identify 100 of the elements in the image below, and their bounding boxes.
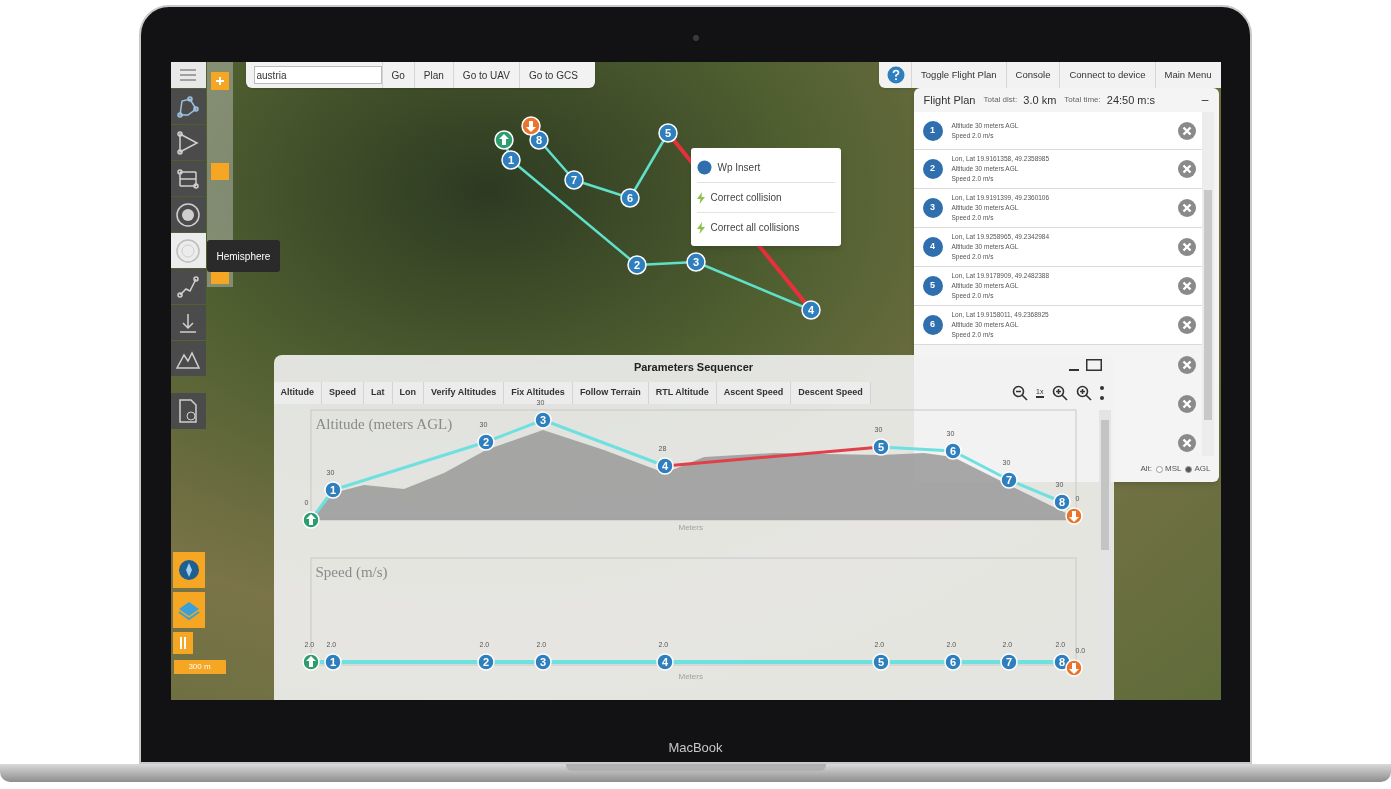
info-button[interactable]: [172, 632, 193, 654]
remove-icon[interactable]: [1177, 199, 1196, 217]
axis-label: Meters: [678, 671, 703, 683]
grid-pattern-icon: [176, 166, 200, 191]
remove-icon[interactable]: [1177, 121, 1196, 140]
menu-item-label: Correct all collisions: [710, 221, 800, 235]
layers-button[interactable]: [172, 592, 205, 628]
hemisphere-icon: [175, 237, 201, 264]
brand-label: MacBook: [668, 738, 723, 757]
compass-icon: [177, 559, 200, 581]
waypoint-marker[interactable]: 6: [943, 653, 962, 671]
parameter-tab[interactable]: Altitude: [273, 381, 322, 404]
bars-icon: [178, 637, 187, 649]
waypoint-marker[interactable]: 5: [871, 438, 890, 456]
toolbar-button[interactable]: Go to UAV: [452, 62, 519, 88]
triangle-tool-icon: [176, 130, 200, 155]
menu-item-label: Correct collision: [710, 191, 782, 205]
waypoint-marker[interactable]: 2: [476, 653, 495, 671]
parameter-tab[interactable]: Lat: [364, 381, 393, 404]
waypoint-marker[interactable]: 1: [323, 481, 342, 499]
parameter-tab[interactable]: Speed: [322, 381, 364, 404]
import-button[interactable]: [170, 393, 206, 429]
menu-icon: [180, 69, 196, 81]
total-time: 24:50 m:s: [1106, 92, 1156, 108]
parameter-tab[interactable]: RTL Altitude: [648, 381, 717, 404]
zoom-in-icon[interactable]: [1075, 384, 1092, 401]
remove-icon[interactable]: [1177, 394, 1196, 413]
more-icon[interactable]: [1099, 385, 1104, 400]
remove-icon[interactable]: [1177, 355, 1196, 374]
chart-title: Altitude (meters AGL): [315, 415, 453, 434]
axis-label: Meters: [678, 522, 703, 534]
landing-marker[interactable]: [1064, 507, 1083, 525]
waypoint-marker[interactable]: 6: [943, 442, 962, 460]
waypoint-marker[interactable]: 7: [999, 471, 1018, 489]
waypoint-marker[interactable]: 1: [323, 653, 342, 671]
remove-icon[interactable]: [1177, 316, 1196, 334]
toolbar-button[interactable]: Go: [381, 62, 414, 88]
waypoint-marker[interactable]: 3: [533, 653, 552, 671]
waypoint-marker[interactable]: 3: [533, 411, 552, 429]
altitude-mode-radio[interactable]: AGL: [1185, 463, 1211, 475]
takeoff-marker[interactable]: [301, 653, 320, 671]
tooltip: Hemisphere: [206, 240, 281, 272]
scrollbar[interactable]: [1098, 410, 1111, 700]
parameter-tab[interactable]: Follow Terrain: [572, 381, 649, 404]
toolbar-button[interactable]: Go to GCS: [518, 62, 587, 88]
minimize-icon[interactable]: [1068, 369, 1079, 372]
tool-button[interactable]: [170, 197, 206, 232]
parameter-tab[interactable]: Ascent Speed: [716, 381, 792, 404]
menu-item[interactable]: Wp Insert: [696, 152, 835, 182]
menu-button[interactable]: [170, 62, 206, 88]
altitude-mode-radio[interactable]: MSL: [1156, 463, 1182, 475]
takeoff-marker[interactable]: [301, 511, 320, 529]
parameter-tab[interactable]: Descent Speed: [791, 381, 871, 404]
search-field[interactable]: austria: [253, 66, 382, 84]
waypoint-marker[interactable]: 8: [1052, 493, 1071, 511]
menu-item-label: Wp Insert: [717, 160, 761, 175]
parameter-tab[interactable]: Lon: [392, 381, 424, 404]
lightning-icon: [696, 221, 705, 234]
orientation-button[interactable]: [172, 552, 205, 588]
toolbar-button[interactable]: Plan: [413, 62, 453, 88]
camera-icon: [692, 35, 699, 41]
waypoint-marker[interactable]: 2: [476, 433, 495, 451]
remove-icon[interactable]: [1177, 238, 1196, 256]
waypoint-number-badge: 1: [922, 120, 943, 141]
layers-icon: [177, 599, 200, 621]
collapse-button[interactable]: –: [1201, 91, 1209, 109]
waypoint-number-badge: 2: [922, 159, 943, 179]
plus-icon: [214, 76, 225, 86]
altitude-mode-label: Alt:: [1140, 463, 1153, 475]
remove-icon[interactable]: [1177, 160, 1196, 178]
zoom-out-icon[interactable]: [1012, 384, 1029, 401]
remove-icon[interactable]: [1177, 277, 1196, 295]
chart-title: Speed (m/s): [315, 563, 388, 582]
tool-button[interactable]: [170, 125, 206, 160]
time-label: Total time:: [1064, 94, 1101, 106]
polygon-tool-icon: [176, 94, 200, 119]
tool-button[interactable]: [170, 233, 206, 268]
tool-button[interactable]: [170, 161, 206, 196]
map-scale: 300 m: [173, 660, 226, 674]
tool-button[interactable]: [170, 89, 206, 124]
remove-icon[interactable]: [1177, 433, 1196, 452]
waypoint-marker[interactable]: 4: [655, 653, 674, 671]
waypoint-number-badge: 6: [922, 315, 943, 335]
help-icon[interactable]: [887, 66, 906, 84]
parameter-tab[interactable]: Verify Altitudes: [424, 381, 505, 404]
waypoint-marker[interactable]: 7: [999, 653, 1018, 671]
panel-title: Parameters Sequencer: [633, 360, 754, 376]
menu-item[interactable]: Correct all collisions: [696, 212, 835, 242]
landing-marker[interactable]: [1064, 659, 1083, 677]
waypoint-marker[interactable]: 5: [871, 653, 890, 671]
lightning-icon: [696, 191, 705, 204]
distance-label: Total dist:: [983, 94, 1018, 106]
tool-button[interactable]: [170, 305, 206, 340]
zoom-in-icon[interactable]: [1051, 384, 1068, 401]
tool-button[interactable]: [170, 341, 206, 376]
waypoint-number-badge: 4: [922, 237, 943, 257]
menu-item[interactable]: Correct collision: [696, 182, 835, 212]
maximize-icon[interactable]: [1085, 359, 1102, 371]
tool-button[interactable]: [170, 269, 206, 304]
waypoint-marker[interactable]: 4: [655, 457, 674, 475]
